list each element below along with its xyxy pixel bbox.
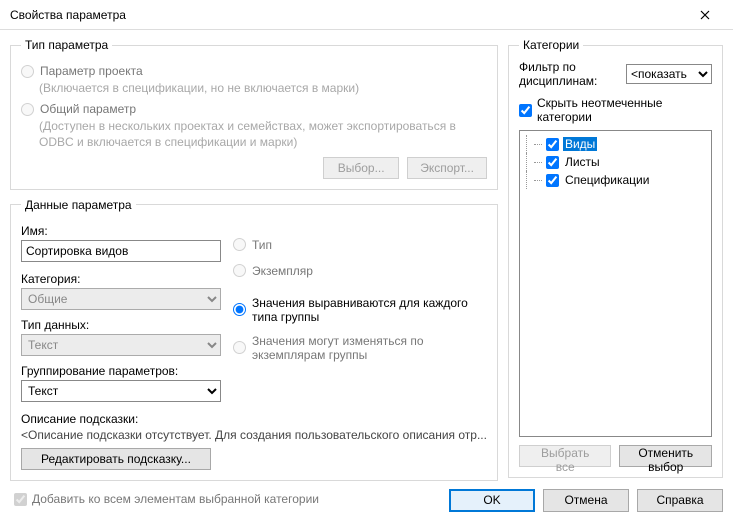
project-parameter-radio <box>21 65 34 78</box>
tree-item-label: Спецификации <box>563 173 651 187</box>
shared-parameter-radio <box>21 103 34 116</box>
category-select: Общие <box>21 288 221 310</box>
close-button[interactable] <box>685 1 725 29</box>
filter-label: Фильтр по дисциплинам: <box>519 60 620 88</box>
help-button[interactable]: Справка <box>637 489 723 512</box>
align-per-group-label: Значения выравниваются для каждого типа … <box>252 296 487 324</box>
cancel-button[interactable]: Отмена <box>543 489 629 512</box>
grouping-select[interactable]: Текст <box>21 380 221 402</box>
type-radio-label: Тип <box>252 238 272 252</box>
tree-item-label: Виды <box>563 137 597 151</box>
vary-per-instance-radio <box>233 341 246 354</box>
select-all-button: Выбрать все <box>519 445 612 467</box>
parameter-data-legend: Данные параметра <box>21 198 136 212</box>
tree-item-label: Листы <box>563 155 602 169</box>
name-label: Имя: <box>21 224 221 238</box>
hide-unchecked-checkbox[interactable] <box>519 104 532 117</box>
instance-radio <box>233 264 246 277</box>
categories-tree[interactable]: Виды Листы Спецификации <box>519 130 712 437</box>
edit-tooltip-button[interactable]: Редактировать подсказку... <box>21 448 211 470</box>
tooltip-desc: <Описание подсказки отсутствует. Для соз… <box>21 428 487 442</box>
tree-item-checkbox[interactable] <box>546 138 559 151</box>
align-per-group-radio[interactable] <box>233 303 246 316</box>
deselect-all-button[interactable]: Отменить выбор <box>619 445 712 467</box>
project-parameter-hint: (Включается в спецификации, но не включа… <box>39 80 487 96</box>
titlebar: Свойства параметра <box>0 0 733 30</box>
close-icon <box>700 10 710 20</box>
add-to-all-label: Добавить ко всем элементам выбранной кат… <box>32 492 319 506</box>
categories-group: Категории Фильтр по дисциплинам: <показа… <box>508 38 723 478</box>
tree-item-checkbox[interactable] <box>546 174 559 187</box>
datatype-label: Тип данных: <box>21 318 221 332</box>
categories-legend: Категории <box>519 38 583 52</box>
instance-radio-label: Экземпляр <box>252 264 313 278</box>
filter-select[interactable]: <показать <box>626 64 712 84</box>
window-title: Свойства параметра <box>10 8 126 22</box>
type-radio <box>233 238 246 251</box>
project-parameter-label: Параметр проекта <box>40 64 143 78</box>
datatype-select: Текст <box>21 334 221 356</box>
grouping-label: Группирование параметров: <box>21 364 221 378</box>
vary-per-instance-label: Значения могут изменяться по экземплярам… <box>252 334 487 362</box>
shared-parameter-label: Общий параметр <box>40 102 136 116</box>
shared-parameter-hint: (Доступен в нескольких проектах и семейс… <box>39 118 487 150</box>
tooltip-label: Описание подсказки: <box>21 412 487 426</box>
tree-item[interactable]: Виды <box>522 135 709 153</box>
tree-item[interactable]: Спецификации <box>522 171 709 189</box>
parameter-type-legend: Тип параметра <box>21 38 112 52</box>
parameter-type-group: Тип параметра Параметр проекта (Включает… <box>10 38 498 190</box>
name-input[interactable] <box>21 240 221 262</box>
ok-button[interactable]: OK <box>449 489 535 512</box>
choose-button: Выбор... <box>323 157 399 179</box>
tree-item-checkbox[interactable] <box>546 156 559 169</box>
add-to-all-checkbox <box>14 493 27 506</box>
export-button: Экспорт... <box>407 157 487 179</box>
tree-item[interactable]: Листы <box>522 153 709 171</box>
hide-unchecked-label: Скрыть неотмеченные категории <box>537 96 712 124</box>
parameter-data-group: Данные параметра Имя: Категория: Общие Т… <box>10 198 498 481</box>
category-label: Категория: <box>21 272 221 286</box>
